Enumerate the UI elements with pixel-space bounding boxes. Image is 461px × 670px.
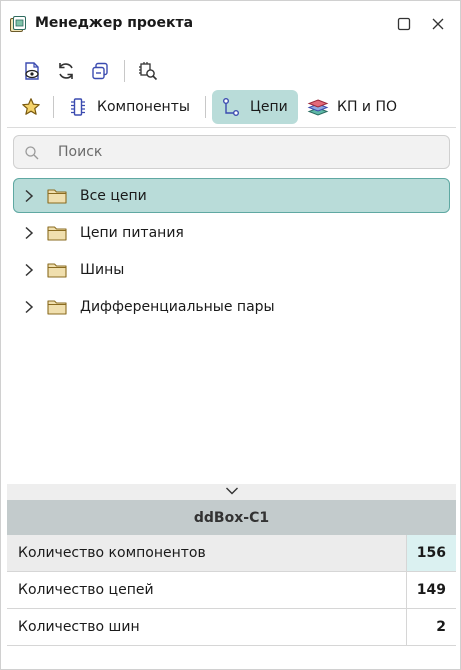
stat-label: Количество шин [18,619,140,635]
chevron-right-icon[interactable] [19,297,39,317]
tree-item-buses[interactable]: Шины [13,252,450,287]
chevron-right-icon[interactable] [19,223,39,243]
search-input[interactable] [58,136,438,168]
tree-item-power-nets[interactable]: Цепи питания [13,215,450,250]
tree-item-label: Дифференциальные пары [80,298,275,315]
panel-collapse-handle[interactable] [7,484,456,500]
search-icon [24,145,40,161]
document-view-icon[interactable] [21,60,43,82]
tabs-divider [53,96,54,118]
tab-kp-po[interactable]: КП и ПО [305,90,405,124]
tab-components-label: Компоненты [97,99,190,115]
chevron-down-icon[interactable] [225,484,239,500]
tab-nets-label: Цепи [250,99,288,115]
stats-header: ddBox-C1 [7,500,456,535]
toolbar-divider [124,60,125,82]
tab-nets[interactable]: Цепи [212,90,298,124]
toolbar-divider-line [7,127,456,128]
stat-value: 149 [406,572,456,608]
tree-item-all-nets[interactable]: Все цепи [13,178,450,213]
folder-icon [46,261,68,279]
stat-label: Количество компонентов [18,545,206,561]
project-manager-icon [9,15,27,33]
copy-icon[interactable] [89,60,111,82]
stat-value: 156 [406,535,456,571]
stat-value: 2 [406,609,456,645]
stat-label: Количество цепей [18,582,154,598]
inspect-icon[interactable] [137,60,159,82]
chevron-right-icon[interactable] [19,260,39,280]
tab-components[interactable]: Компоненты [65,90,198,124]
favorites-star-icon[interactable] [20,96,42,118]
stat-row-buses: Количество шин 2 [7,609,456,646]
tree-item-label: Все цепи [80,187,147,204]
tabs-divider-2 [205,96,206,118]
project-manager-window: Менеджер проекта Компоненты Цепи КП и ПО… [0,0,461,670]
window-title: Менеджер проекта [35,15,194,31]
layers-icon [307,96,329,118]
tree-item-label: Шины [80,261,125,278]
title-bar: Менеджер проекта [1,1,460,47]
folder-icon [46,187,68,205]
chevron-right-icon[interactable] [19,186,39,206]
stat-row-nets: Количество цепей 149 [7,572,456,609]
component-icon [67,96,89,118]
close-button[interactable] [429,15,447,33]
net-icon [220,96,242,118]
stat-row-components: Количество компонентов 156 [7,535,456,572]
search-box[interactable] [13,135,450,169]
tree-item-label: Цепи питания [80,224,184,241]
folder-icon [46,298,68,316]
tab-kp-po-label: КП и ПО [337,99,398,115]
tree-item-diff-pairs[interactable]: Дифференциальные пары [13,289,450,324]
folder-icon [46,224,68,242]
maximize-button[interactable] [395,15,413,33]
refresh-icon[interactable] [55,60,77,82]
